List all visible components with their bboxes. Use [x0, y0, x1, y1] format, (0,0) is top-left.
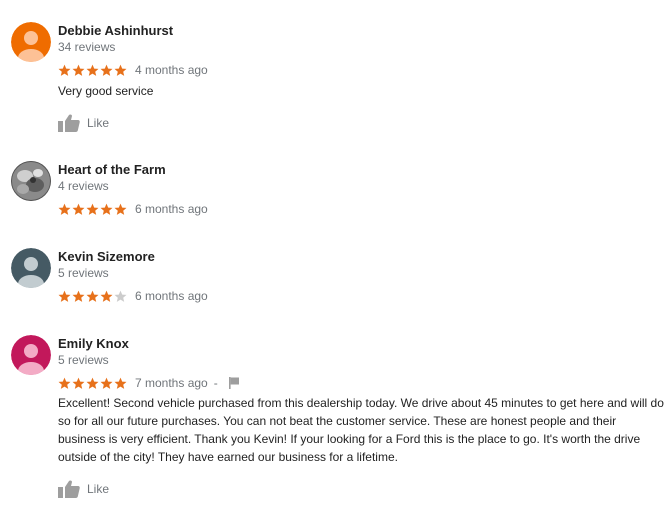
- review-time: 7 months ago: [135, 376, 208, 390]
- like-label: Like: [87, 116, 110, 130]
- like-button[interactable]: Like: [58, 480, 109, 498]
- star-filled-icon: [72, 203, 85, 215]
- avatar[interactable]: [11, 22, 51, 62]
- review-count: 34 reviews: [58, 40, 116, 54]
- reviewer-name[interactable]: Heart of the Farm: [58, 162, 166, 177]
- star-filled-icon: [86, 377, 99, 389]
- rating-row: 6 months ago: [58, 201, 208, 217]
- review-text: Very good service: [58, 84, 154, 98]
- reviewer-name[interactable]: Kevin Sizemore: [58, 249, 155, 264]
- star-rating: [58, 64, 128, 77]
- star-filled-icon: [114, 377, 127, 389]
- star-filled-icon: [86, 203, 99, 215]
- star-rating: [58, 203, 128, 216]
- star-empty-icon: [114, 290, 127, 302]
- photo-avatar: [11, 161, 51, 201]
- rating-row: 4 months ago: [58, 62, 208, 78]
- star-filled-icon: [58, 377, 71, 389]
- star-rating: [58, 377, 128, 390]
- separator: -: [213, 376, 218, 390]
- star-filled-icon: [72, 377, 85, 389]
- star-filled-icon: [100, 377, 113, 389]
- star-filled-icon: [86, 64, 99, 76]
- star-filled-icon: [86, 290, 99, 302]
- like-button[interactable]: Like: [58, 114, 109, 132]
- like-label: Like: [87, 482, 110, 496]
- thumbs-up-icon: [58, 480, 80, 498]
- review-count: 5 reviews: [58, 266, 109, 280]
- star-filled-icon: [72, 290, 85, 302]
- avatar[interactable]: [11, 161, 51, 201]
- review-time: 4 months ago: [135, 63, 208, 77]
- review-count: 4 reviews: [58, 179, 109, 193]
- person-icon: [11, 22, 51, 62]
- star-filled-icon: [58, 64, 71, 76]
- review-count: 5 reviews: [58, 353, 109, 367]
- star-filled-icon: [72, 64, 85, 76]
- star-rating: [58, 290, 128, 303]
- star-filled-icon: [58, 203, 71, 215]
- star-filled-icon: [114, 203, 127, 215]
- rating-row: 7 months ago -: [58, 375, 240, 391]
- review-time: 6 months ago: [135, 202, 208, 216]
- thumbs-up-icon: [58, 114, 80, 132]
- star-filled-icon: [100, 64, 113, 76]
- star-filled-icon: [100, 203, 113, 215]
- reviewer-name[interactable]: Debbie Ashinhurst: [58, 23, 173, 38]
- avatar[interactable]: [11, 248, 51, 288]
- star-filled-icon: [114, 64, 127, 76]
- reviewer-name[interactable]: Emily Knox: [58, 336, 129, 351]
- avatar[interactable]: [11, 335, 51, 375]
- person-icon: [11, 335, 51, 375]
- review-time: 6 months ago: [135, 289, 208, 303]
- star-filled-icon: [58, 290, 71, 302]
- person-icon: [11, 248, 51, 288]
- review-text: Excellent! Second vehicle purchased from…: [58, 396, 664, 464]
- rating-row: 6 months ago: [58, 288, 208, 304]
- flag-icon[interactable]: [228, 377, 240, 389]
- star-filled-icon: [100, 290, 113, 302]
